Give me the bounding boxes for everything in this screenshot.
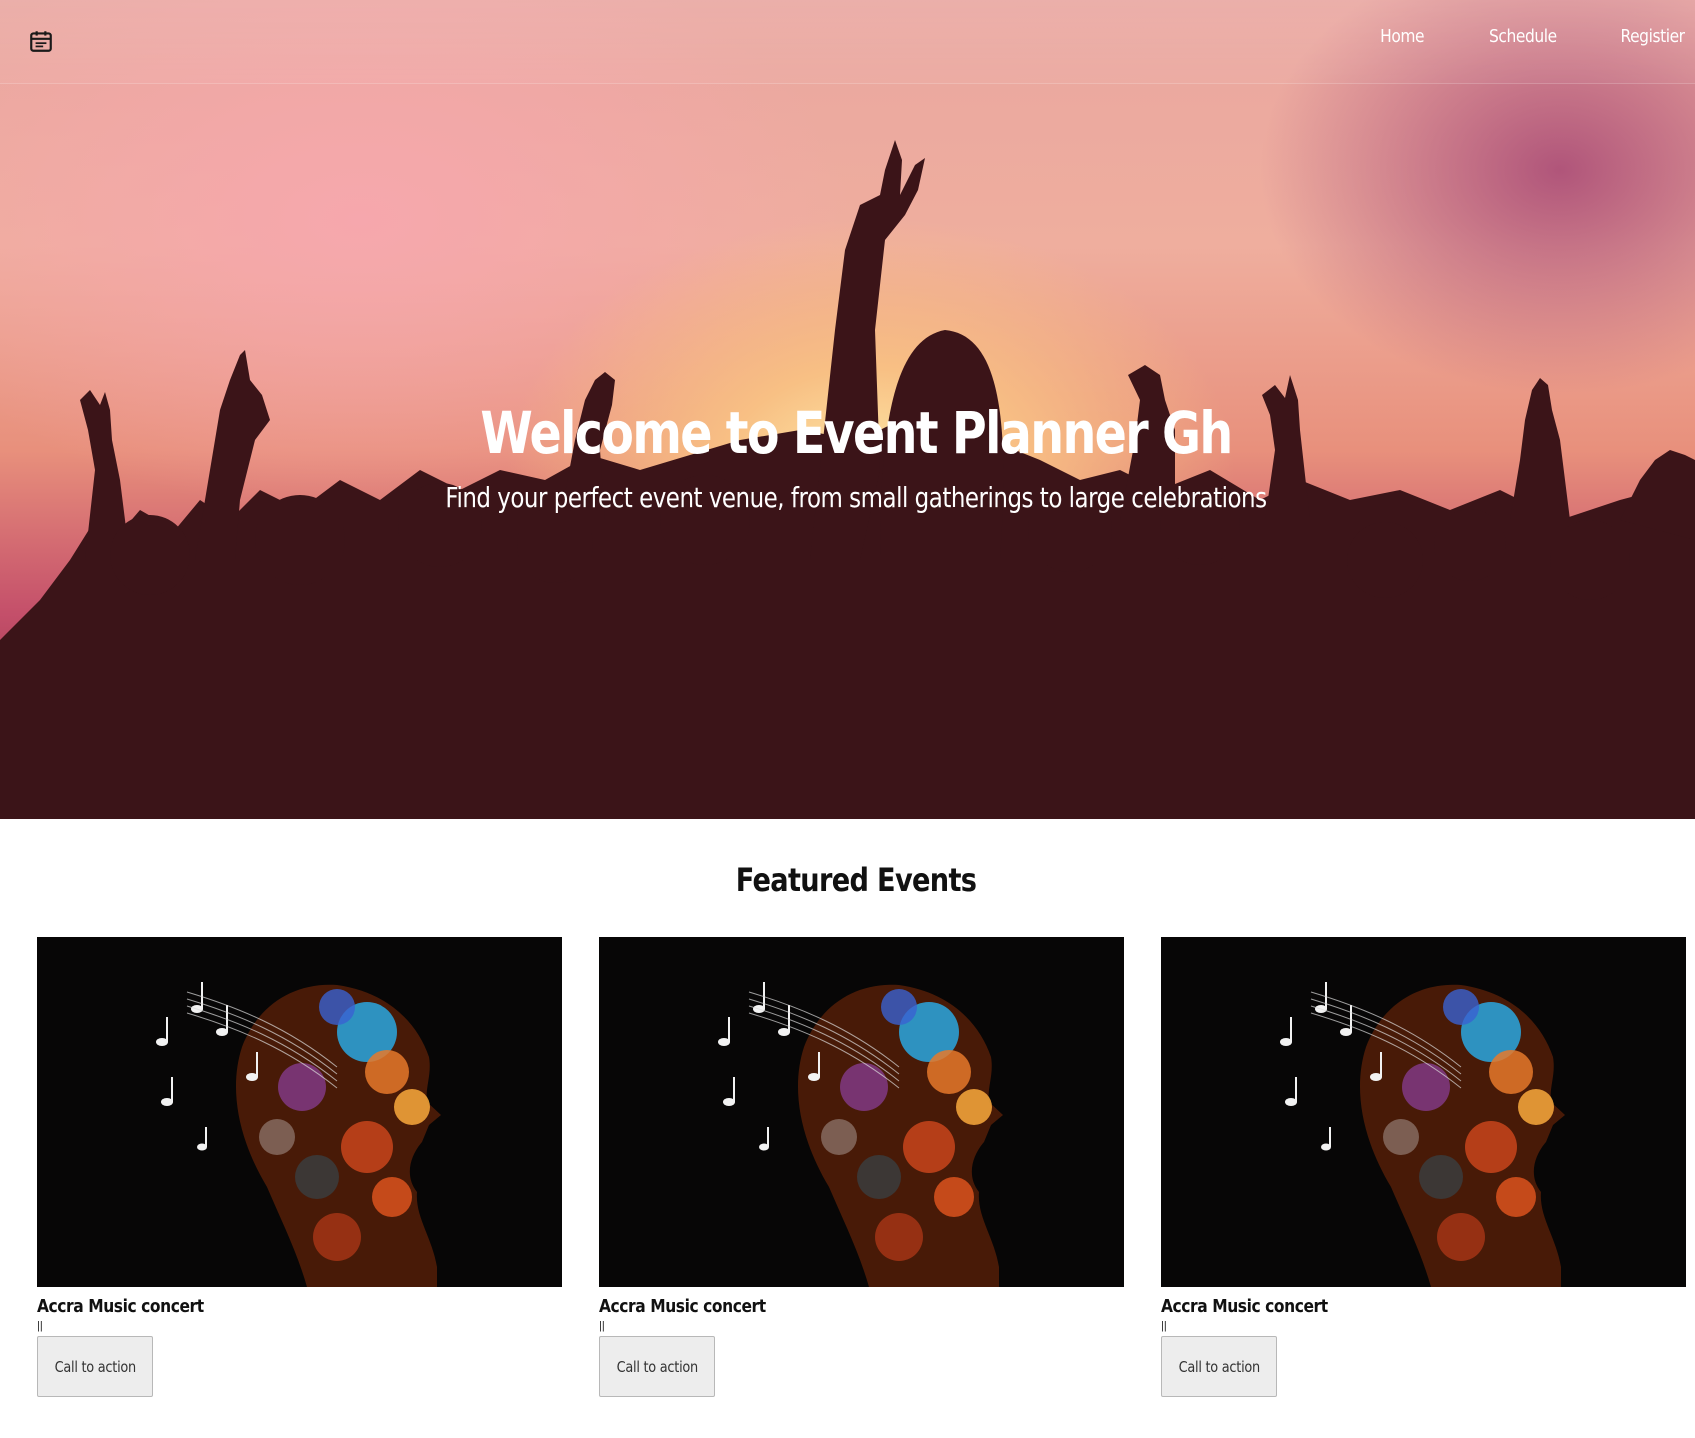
hero-title: Welcome to Event Planner Gh <box>480 399 1233 467</box>
hero-banner: Home Schedule Registier Welcome to Event… <box>0 0 1695 819</box>
hero-subtitle: Find your perfect event venue, from smal… <box>445 481 1267 514</box>
nav-link-home[interactable]: Home <box>1380 26 1424 47</box>
event-image-music-head[interactable] <box>1161 937 1686 1287</box>
call-to-action-button[interactable]: Call to action <box>1161 1336 1277 1397</box>
event-image-music-head[interactable] <box>37 937 562 1287</box>
featured-events-title: Featured Events <box>735 861 977 899</box>
event-card: Accra Music concert || Call to action <box>1161 937 1686 1397</box>
calendar-icon[interactable] <box>28 28 54 54</box>
event-meta: || <box>599 1320 605 1332</box>
nav-link-schedule[interactable]: Schedule <box>1489 26 1557 47</box>
navbar: Home Schedule Registier <box>0 0 1695 84</box>
event-card: Accra Music concert || Call to action <box>599 937 1124 1397</box>
event-title: Accra Music concert <box>599 1296 766 1317</box>
event-meta: || <box>37 1320 43 1332</box>
event-image-music-head[interactable] <box>599 937 1124 1287</box>
call-to-action-label: Call to action <box>54 1357 136 1376</box>
event-meta: || <box>1161 1320 1167 1332</box>
nav-link-register[interactable]: Registier <box>1621 26 1686 47</box>
call-to-action-label: Call to action <box>1178 1357 1260 1376</box>
call-to-action-button[interactable]: Call to action <box>599 1336 715 1397</box>
event-title: Accra Music concert <box>1161 1296 1328 1317</box>
event-card: Accra Music concert || Call to action <box>37 937 562 1397</box>
call-to-action-button[interactable]: Call to action <box>37 1336 153 1397</box>
event-title: Accra Music concert <box>37 1296 204 1317</box>
nav-links: Home Schedule Registier <box>1373 26 1686 47</box>
call-to-action-label: Call to action <box>616 1357 698 1376</box>
